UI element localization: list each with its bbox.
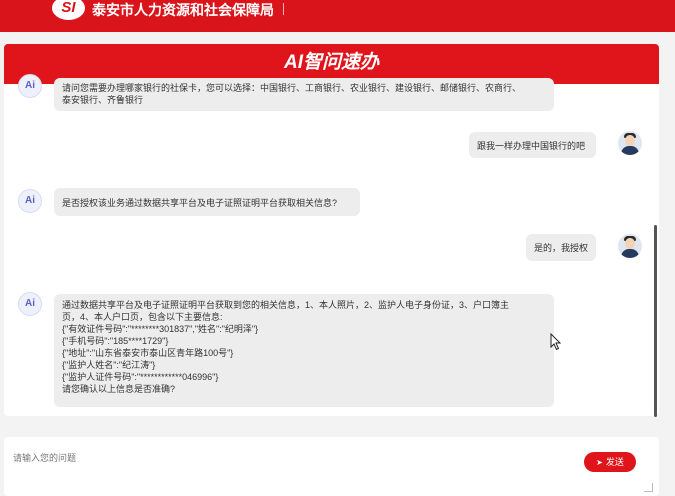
ai-message-bubble: 通过数据共享平台及电子证照证明平台获取到您的相关信息，1、本人照片，2、监护人电…: [54, 294, 554, 407]
question-input[interactable]: [13, 449, 573, 467]
banner-title: AI智问速办: [283, 52, 379, 73]
message-text: 跟我一样办理中国银行的吧: [477, 141, 586, 151]
message-line: {"监护人证件号码":"************046996"}: [62, 372, 219, 382]
user-avatar-icon: [618, 234, 642, 258]
message-line: {"地址":"山东省泰安市泰山区青年路100号"}: [62, 348, 234, 358]
chat-panel[interactable]: AI智问速办 Ai 请问您需要办理哪家银行的社保卡，您可以选择：中国银行、工商银…: [4, 44, 659, 416]
message-text: 是否授权该业务通过数据共享平台及电子证照证明平台获取相关信息?: [62, 198, 338, 208]
paper-plane-icon: ➤: [596, 458, 603, 467]
organization-name: 泰安市人力资源和社会保障局: [92, 2, 274, 18]
message-line: {"有效证件号码":"********301837","姓名":"纪明泽"}: [62, 324, 259, 334]
message-line: 请问您需要办理哪家银行的社保卡，您可以选择：中国银行、工商银行、农业银行、建设银…: [62, 83, 522, 93]
message-text: 是的，我授权: [534, 243, 589, 253]
mouse-cursor-icon: [550, 333, 562, 351]
ai-logo-icon: Ai: [18, 189, 42, 213]
ai-message-bubble: 是否授权该业务通过数据共享平台及电子证照证明平台获取相关信息?: [54, 188, 360, 216]
user-message-bubble: 是的，我授权: [526, 234, 596, 261]
message-line: 页，4、本人户口页，包含以下主要信息:: [62, 312, 223, 322]
message-composer: ➤发送: [4, 437, 659, 496]
user-avatar-icon: [618, 131, 642, 155]
top-header-bar: SI 泰安市人力资源和社会保障局: [0, 0, 675, 32]
message-line: 请您确认以上信息是否准确?: [62, 384, 176, 394]
message-line: {"手机号码":"185****1729"}: [62, 336, 169, 346]
ai-message-bubble: 请问您需要办理哪家银行的社保卡，您可以选择：中国银行、工商银行、农业银行、建设银…: [54, 78, 554, 111]
send-button[interactable]: ➤ 发送: [584, 452, 636, 472]
si-logo-icon: SI: [52, 0, 85, 20]
message-line: 通过数据共享平台及电子证照证明平台获取到您的相关信息，1、本人照片，2、监护人电…: [62, 300, 510, 310]
ai-logo-icon: Ai: [18, 292, 42, 316]
send-button-label: 发送: [605, 457, 624, 467]
message-line: {"监护人姓名":"纪江涛"}: [62, 360, 156, 370]
message-line: 泰安银行、齐鲁银行: [62, 95, 144, 105]
chat-scrollbar[interactable]: [654, 225, 657, 417]
header-divider: [283, 3, 284, 15]
user-message-bubble: 跟我一样办理中国银行的吧: [469, 132, 596, 158]
resize-handle-icon[interactable]: [644, 483, 653, 492]
ai-logo-icon: Ai: [18, 74, 42, 98]
